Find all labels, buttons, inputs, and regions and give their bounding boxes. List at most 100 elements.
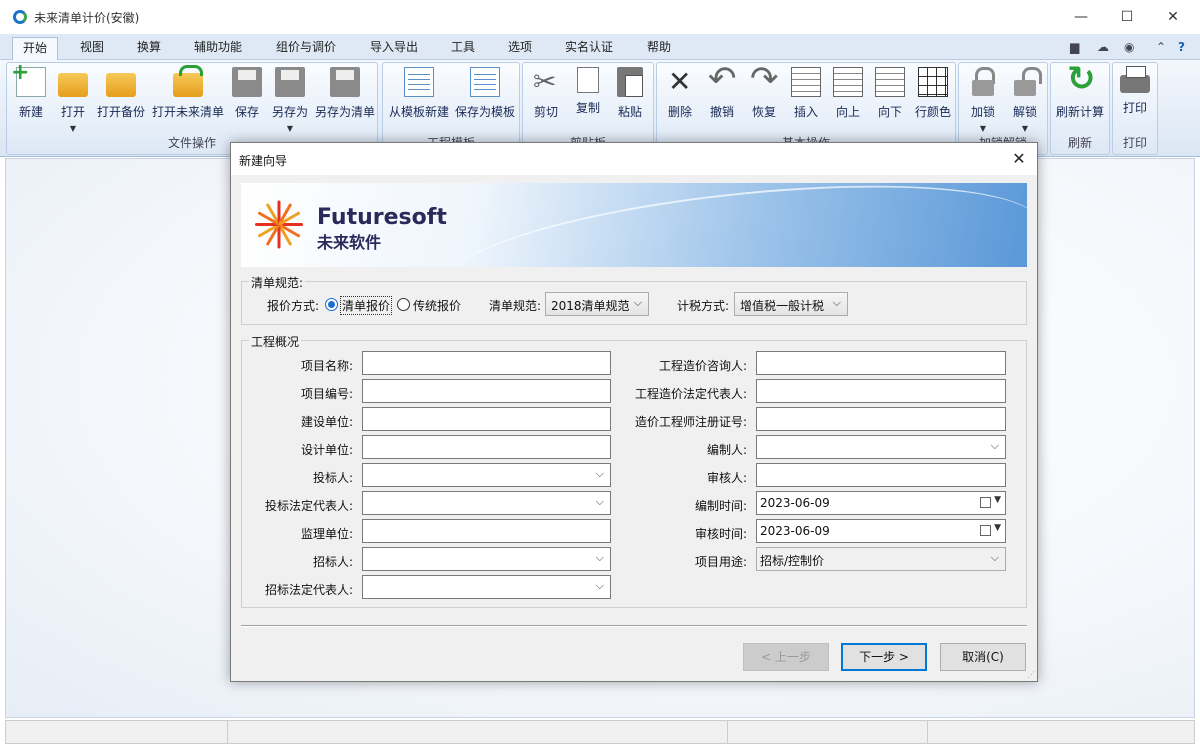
new-button[interactable]: 新建 [11,60,49,120]
field-label: 审核时间: [694,527,747,541]
refresh-calc-button[interactable]: 刷新计算 [1053,59,1107,120]
help-icon[interactable]: ? [1178,40,1185,54]
cost-engineer-reg-input[interactable] [756,407,1006,431]
tab-pricing[interactable]: 组价与调价 [266,37,346,60]
save-button[interactable]: 保存 [231,65,263,120]
quote-method-label: 报价方式: [266,299,319,313]
chevron-down-icon: ⌵ [990,551,999,564]
tenderer-combo[interactable]: ⌵ [362,547,611,571]
tab-convert[interactable]: 换算 [127,37,171,60]
tax-select[interactable]: 增值税一般计税 ⌵ [734,292,848,316]
spec-select[interactable]: 2018清单规范 ⌵ [545,292,649,316]
next-step-button[interactable]: 下一步 > [841,643,927,671]
status-cell [6,721,228,743]
radio-list-quote-label[interactable]: 清单报价 [340,296,393,315]
tab-import-export[interactable]: 导入导出 [360,37,428,60]
refresh-icon [1065,59,1096,99]
collapse-ribbon-icon[interactable]: ⌃ [1156,40,1166,54]
field-label: 项目用途: [694,555,747,569]
field-label: 项目名称: [300,359,353,373]
status-bar [5,720,1195,744]
tab-start[interactable]: 开始 [12,37,59,60]
dialog-titlebar: 新建向导 ✕ [231,143,1037,175]
unlock-button[interactable]: 解锁 ▼ [1007,65,1043,133]
cloud-icon[interactable]: ☁ [1097,40,1109,54]
copy-button[interactable]: 复制 [571,65,605,116]
paste-button[interactable]: 粘贴 [613,65,647,120]
open-button[interactable]: 打开 ▼ [55,65,91,133]
project-number-input[interactable] [362,379,611,403]
construction-unit-input[interactable] [362,407,611,431]
divider [241,625,1027,627]
lock-icon [968,67,998,97]
supervision-unit-input[interactable] [362,519,611,543]
undo-icon [707,59,737,99]
calendar-icon[interactable] [980,525,991,536]
printer-icon[interactable]: ▆ [1070,40,1079,54]
save-as-template-button[interactable]: 保存为模板 [453,65,517,120]
futuresoft-banner: Futuresoft 未来软件 [241,183,1027,267]
spec-label: 清单规范: [488,299,541,313]
tab-assist[interactable]: 辅助功能 [184,37,252,60]
status-cell [728,721,928,743]
tab-options[interactable]: 选项 [498,37,542,60]
design-unit-input[interactable] [362,435,611,459]
cancel-button[interactable]: 取消(C) [940,643,1026,671]
lock-button[interactable]: 加锁 ▼ [965,65,1001,133]
review-date-picker[interactable]: 2023-06-09 ▼ [756,519,1006,543]
prev-step-button[interactable]: < 上一步 [743,643,829,671]
radio-list-quote[interactable] [325,298,338,311]
tax-label: 计税方式: [676,299,729,313]
chevron-down-icon: ⌵ [595,467,604,480]
maximize-icon[interactable]: ☐ [1104,4,1150,30]
radio-traditional-quote[interactable] [397,298,410,311]
compile-date-picker[interactable]: 2023-06-09 ▼ [756,491,1006,515]
project-purpose-select[interactable]: 招标/控制价 ⌵ [756,547,1006,571]
close-icon[interactable]: ✕ [1150,4,1196,30]
dialog-close-icon[interactable]: ✕ [1007,147,1031,171]
field-label: 招标人: [312,555,353,569]
project-name-input[interactable] [362,351,611,375]
calendar-icon[interactable] [980,497,991,508]
move-up-button[interactable]: 向上 [831,65,865,120]
tab-view[interactable]: 视图 [70,37,114,60]
open-backup-button[interactable]: 打开备份 [95,65,147,120]
user-icon[interactable]: ◉ [1124,40,1134,54]
tenderer-rep-combo[interactable]: ⌵ [362,575,611,599]
tab-tools[interactable]: 工具 [441,37,485,60]
open-future-list-button[interactable]: 打开未来清单 [151,65,225,120]
save-as-list-button[interactable]: 另存为清单 [313,65,377,120]
save-as-button[interactable]: 另存为 ▼ [269,65,311,133]
tab-realname[interactable]: 实名认证 [555,37,623,60]
new-from-template-button[interactable]: 从模板新建 [387,65,451,120]
move-down-button[interactable]: 向下 [873,65,907,120]
row-color-button[interactable]: 行颜色 [913,65,953,120]
print-button[interactable]: 打印 [1117,65,1153,116]
logo-text-en: Futuresoft [317,205,447,230]
cut-button[interactable]: 剪切 [529,65,563,120]
redo-button[interactable]: 恢复 [747,59,781,120]
dropdown-arrow-icon: ▼ [1021,124,1029,133]
delete-button[interactable]: 删除 [663,65,697,120]
bidder-rep-combo[interactable]: ⌵ [362,491,611,515]
insert-button[interactable]: 插入 [789,65,823,120]
spec-select-value: 2018清单规范 [551,299,630,313]
undo-button[interactable]: 撤销 [705,59,739,120]
cost-legal-rep-input[interactable] [756,379,1006,403]
compiler-combo[interactable]: ⌵ [756,435,1006,459]
reviewer-input[interactable] [756,463,1006,487]
cost-consultant-input[interactable] [756,351,1006,375]
copy-icon [577,67,599,93]
resize-grip-icon[interactable]: ⋰ [1027,670,1035,679]
chevron-down-icon: ⌵ [595,579,604,592]
field-label: 编制时间: [694,499,747,513]
field-label: 造价工程师注册证号: [634,415,747,429]
field-label: 招标法定代表人: [264,583,353,597]
tab-help[interactable]: 帮助 [637,37,681,60]
field-label: 设计单位: [300,443,353,457]
new-wizard-dialog: 新建向导 ✕ Futuresoft 未来软件 清单规范: 报价方式: 清单报价 … [230,142,1038,682]
status-cell [228,721,728,743]
minimize-icon[interactable]: — [1058,4,1104,30]
radio-traditional-quote-label[interactable]: 传统报价 [413,297,461,314]
bidder-combo[interactable]: ⌵ [362,463,611,487]
